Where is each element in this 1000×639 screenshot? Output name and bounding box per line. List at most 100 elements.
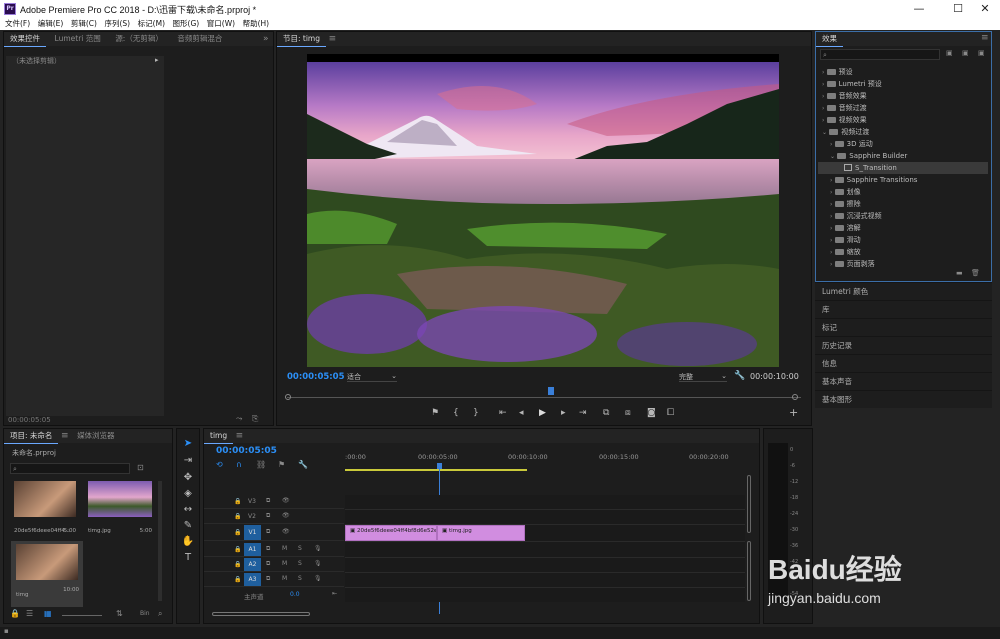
- panel-essential-graphics[interactable]: 基本图形: [815, 390, 992, 408]
- menu-graphics[interactable]: 图形(G): [173, 18, 200, 30]
- program-timecode[interactable]: 00:00:05:05: [287, 372, 345, 382]
- zoom-handle-right[interactable]: [792, 394, 798, 400]
- linked-selection-icon[interactable]: ⛓: [256, 460, 266, 469]
- panel-menu-icon[interactable]: ≡: [981, 33, 989, 43]
- razor-tool-icon[interactable]: ◈: [181, 487, 195, 501]
- tree-item-presets[interactable]: › 预设: [822, 66, 853, 78]
- panel-essential-sound[interactable]: 基本声音: [815, 372, 992, 390]
- tree-item-zoom[interactable]: › 缩放: [830, 246, 861, 258]
- tab-media-browser[interactable]: 媒体浏览器: [71, 429, 121, 443]
- minimize-button[interactable]: —: [904, 0, 934, 18]
- tab-timeline[interactable]: timg: [204, 429, 234, 444]
- panel-menu-icon[interactable]: ≡: [329, 34, 337, 44]
- tab-source[interactable]: 源:（无剪辑）: [109, 32, 169, 46]
- eye-icon[interactable]: 👁: [282, 512, 290, 519]
- compare-icon[interactable]: ⧠: [667, 408, 674, 418]
- tree-item-audio-transitions[interactable]: › 音频过渡: [822, 102, 867, 114]
- panel-overflow-icon[interactable]: »: [263, 34, 269, 44]
- settings-wrench-icon[interactable]: 🔧: [298, 460, 308, 469]
- panel-libraries[interactable]: 库: [815, 300, 992, 318]
- tree-item-sapphire-transitions[interactable]: › Sapphire Transitions: [830, 174, 917, 186]
- export-frame-icon[interactable]: ◙: [647, 408, 656, 418]
- nest-icon[interactable]: ⟲: [216, 460, 223, 469]
- tree-item-dissolve[interactable]: › 溶解: [830, 222, 861, 234]
- track-name-active[interactable]: A1: [244, 543, 261, 556]
- search-icon[interactable]: ⌕: [158, 609, 162, 619]
- eye-icon[interactable]: 👁: [282, 497, 290, 504]
- delete-icon[interactable]: 🗑: [971, 269, 980, 277]
- microphone-icon[interactable]: 🎙: [314, 575, 322, 582]
- lock-icon[interactable]: 🔒: [234, 513, 241, 520]
- program-playhead[interactable]: [548, 387, 554, 395]
- lock-icon[interactable]: 🔒: [234, 529, 241, 536]
- quality-dropdown[interactable]: 完整 ⌄: [679, 372, 727, 382]
- panel-lumetri-color[interactable]: Lumetri 颜色: [815, 282, 992, 300]
- new-bin-icon[interactable]: ▬: [956, 269, 963, 277]
- go-to-out-icon[interactable]: ⇥: [579, 408, 587, 418]
- timeline-horizontal-scrollbar[interactable]: [212, 612, 310, 616]
- track-area[interactable]: ▣ 20de5f6deee04ff4bf8d6e52eb ▣ timg.jpg: [345, 495, 745, 602]
- solo-button[interactable]: S: [298, 560, 302, 567]
- extract-icon[interactable]: ⧈: [625, 408, 631, 418]
- timeline-clip[interactable]: ▣ 20de5f6deee04ff4bf8d6e52eb: [345, 525, 437, 541]
- mute-button[interactable]: M: [282, 560, 287, 567]
- microphone-icon[interactable]: 🎙: [314, 545, 322, 552]
- menu-clip[interactable]: 剪辑(C): [71, 18, 97, 30]
- panel-history[interactable]: 历史记录: [815, 336, 992, 354]
- timeline-clip[interactable]: ▣ timg.jpg: [437, 525, 525, 541]
- project-search-input[interactable]: ⌕: [10, 463, 130, 474]
- program-scrubber[interactable]: [287, 397, 801, 398]
- expand-arrow-icon[interactable]: ▸: [155, 56, 159, 64]
- sync-lock-icon[interactable]: ⧉: [266, 575, 270, 583]
- tree-item-video-transitions[interactable]: ⌄ 视频过渡: [822, 126, 869, 138]
- play-icon[interactable]: ▶: [539, 408, 546, 418]
- accelerated-effects-icon[interactable]: ▣: [946, 49, 953, 57]
- project-scrollbar[interactable]: [158, 481, 162, 601]
- sync-lock-icon[interactable]: ⧉: [266, 512, 270, 520]
- tree-item-video-effects[interactable]: › 视频效果: [822, 114, 867, 126]
- 32bit-effects-icon[interactable]: ▣: [962, 49, 969, 57]
- lift-icon[interactable]: ⧉: [603, 408, 609, 418]
- close-button[interactable]: ✕: [970, 0, 1000, 18]
- tab-program[interactable]: 节目: timg: [277, 32, 327, 47]
- effects-search-input[interactable]: ⌕: [820, 49, 940, 60]
- yuv-effects-icon[interactable]: ▣: [978, 49, 985, 57]
- mark-in-icon[interactable]: {: [453, 408, 459, 418]
- tree-item-3d-motion[interactable]: › 3D 运动: [830, 138, 873, 150]
- track-name-active[interactable]: A3: [244, 573, 261, 586]
- tree-item-audio-effects[interactable]: › 音频效果: [822, 90, 867, 102]
- lock-icon[interactable]: 🔒: [234, 498, 241, 505]
- fit-dropdown[interactable]: 适合 ⌄: [347, 372, 397, 382]
- panel-markers[interactable]: 标记: [815, 318, 992, 336]
- menu-window[interactable]: 窗口(W): [207, 18, 235, 30]
- project-item-selected[interactable]: timg 10:00: [11, 541, 83, 607]
- tree-item-slide[interactable]: › 滑动: [830, 234, 861, 246]
- work-area-bar[interactable]: [345, 469, 527, 471]
- mark-out-icon[interactable]: }: [473, 408, 479, 418]
- audio-vertical-scrollbar[interactable]: [747, 541, 751, 601]
- list-view-icon[interactable]: ☰: [26, 609, 33, 618]
- menu-edit[interactable]: 编辑(E): [38, 18, 64, 30]
- filter-icon[interactable]: ⤳: [236, 414, 242, 424]
- panel-menu-icon[interactable]: ≡: [236, 431, 244, 441]
- zoom-slider[interactable]: [62, 615, 102, 616]
- sync-lock-icon[interactable]: ⧉: [266, 545, 270, 553]
- slip-tool-icon[interactable]: ↔: [181, 503, 195, 517]
- sync-lock-icon[interactable]: ⧉: [266, 560, 270, 568]
- selection-tool-icon[interactable]: ➤: [181, 437, 195, 451]
- lock-icon[interactable]: 🔒: [234, 546, 241, 553]
- track-select-tool-icon[interactable]: ⇥: [181, 454, 195, 468]
- zoom-handle-left[interactable]: [285, 394, 291, 400]
- tree-item-wipe[interactable]: › 擦除: [830, 198, 861, 210]
- project-item[interactable]: timg.jpg 5:00: [88, 481, 152, 539]
- sync-lock-icon[interactable]: ⧉: [266, 528, 270, 536]
- add-marker-icon[interactable]: ⚑: [278, 460, 285, 469]
- video-vertical-scrollbar[interactable]: [747, 475, 751, 533]
- step-forward-icon[interactable]: ▸: [561, 408, 566, 418]
- panel-menu-icon[interactable]: ≡: [61, 431, 69, 441]
- menu-help[interactable]: 帮助(H): [243, 18, 270, 30]
- sort-icon[interactable]: ⇅: [116, 609, 123, 618]
- tab-effect-controls[interactable]: 效果控件: [4, 32, 46, 47]
- eye-icon[interactable]: 👁: [282, 528, 290, 535]
- step-back-icon[interactable]: ◂: [519, 408, 524, 418]
